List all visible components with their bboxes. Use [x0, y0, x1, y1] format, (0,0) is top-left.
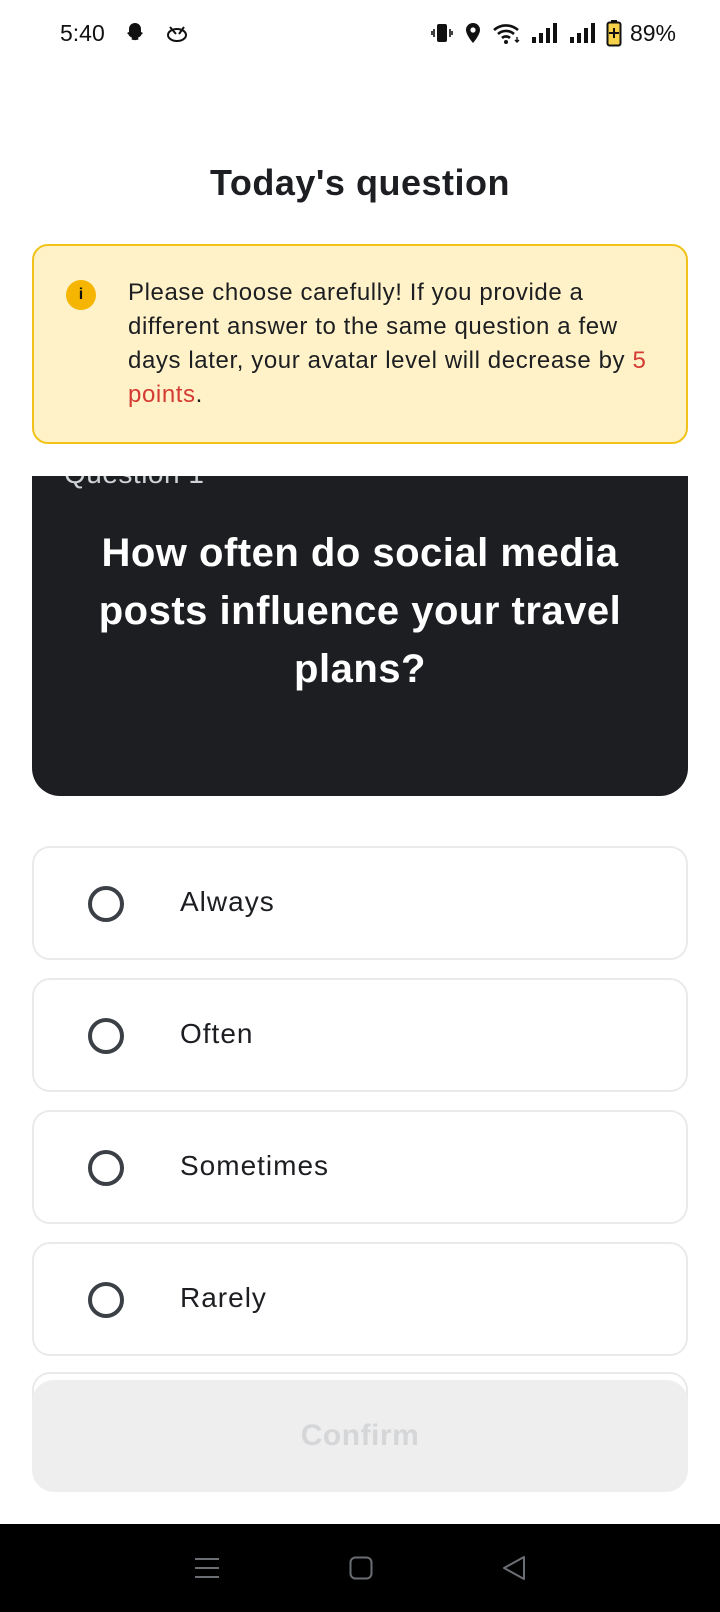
- option-label: Always: [180, 886, 275, 917]
- option-label: Often: [180, 1018, 254, 1049]
- signal-icon: [530, 21, 560, 45]
- snapchat-icon: [123, 21, 147, 45]
- warning-notice: i Please choose carefully! If you provid…: [32, 244, 688, 444]
- battery-percent: 89%: [629, 19, 676, 46]
- radio-button[interactable]: [88, 1018, 124, 1054]
- option-always[interactable]: Always: [32, 846, 688, 960]
- question-text: How often do social media posts influenc…: [98, 531, 622, 691]
- answer-options: Always Often Sometimes Rarely: [32, 846, 688, 1374]
- confirm-area: Confirm: [0, 1372, 720, 1522]
- option-often[interactable]: Often: [32, 978, 688, 1092]
- notice-text-main: Please choose carefully! If you provide …: [128, 279, 633, 374]
- status-right: 89%: [430, 19, 676, 47]
- option-label: Rarely: [180, 1282, 267, 1313]
- status-time: 5:40: [60, 19, 105, 46]
- wifi-icon: [492, 21, 522, 45]
- signal-icon-2: [568, 21, 598, 45]
- bird-icon: [165, 23, 189, 43]
- notice-text-end: .: [195, 381, 203, 408]
- option-rarely[interactable]: Rarely: [32, 1242, 688, 1356]
- radio-button[interactable]: [88, 1282, 124, 1318]
- back-icon[interactable]: [502, 1555, 526, 1581]
- menu-icon[interactable]: [194, 1556, 220, 1580]
- question-label: Question 1: [64, 476, 204, 490]
- radio-button[interactable]: [88, 886, 124, 922]
- location-icon: [462, 21, 484, 45]
- option-sometimes[interactable]: Sometimes: [32, 1110, 688, 1224]
- system-nav-bar: [0, 1524, 720, 1612]
- status-left: 5:40: [60, 20, 189, 47]
- status-bar: 5:40 89%: [0, 0, 720, 66]
- option-label: Sometimes: [180, 1150, 330, 1181]
- vibrate-icon: [430, 21, 454, 45]
- battery-icon: [606, 19, 622, 47]
- page-title: Today's question: [210, 162, 510, 203]
- radio-button[interactable]: [88, 1150, 124, 1186]
- home-icon[interactable]: [349, 1556, 373, 1580]
- info-icon: i: [66, 280, 96, 310]
- question-card: Question 1 How often do social media pos…: [32, 476, 688, 796]
- confirm-button[interactable]: Confirm: [32, 1380, 688, 1492]
- notice-text: Please choose carefully! If you provide …: [128, 276, 658, 412]
